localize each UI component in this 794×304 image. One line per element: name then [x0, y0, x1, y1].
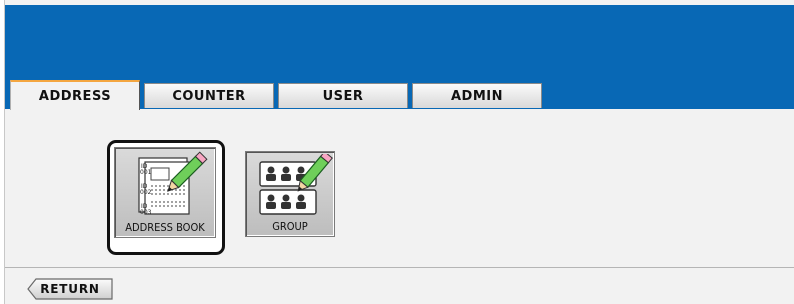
svg-text:002: 002	[140, 189, 152, 196]
tab-admin-label: ADMIN	[450, 88, 503, 104]
tab-address[interactable]: ADDRESS	[10, 80, 140, 110]
return-button[interactable]: RETURN	[27, 278, 113, 300]
tab-counter[interactable]: COUNTER	[144, 83, 274, 108]
group-icon	[259, 154, 333, 215]
tab-bar: ADDRESS COUNTER USER ADMIN	[10, 80, 794, 110]
group-button[interactable]: GROUP	[245, 151, 335, 237]
footer-divider	[5, 267, 794, 268]
address-book-icon: ID 001 ID 002 ID 003	[138, 151, 208, 216]
svg-text:001: 001	[140, 169, 152, 176]
svg-text:003: 003	[140, 209, 152, 216]
address-book-button[interactable]: ID 001 ID 002 ID 003 ADDRESS BOOK	[114, 147, 216, 238]
address-book-label: ADDRESS BOOK	[125, 221, 205, 234]
return-label: RETURN	[40, 282, 100, 296]
app-frame: ADDRESS COUNTER USER ADMIN ID 001 ID 002…	[4, 0, 794, 304]
tab-admin[interactable]: ADMIN	[412, 83, 542, 108]
tab-user[interactable]: USER	[278, 83, 408, 108]
tab-user-label: USER	[322, 88, 364, 104]
tab-counter-label: COUNTER	[172, 88, 246, 104]
tab-address-label: ADDRESS	[38, 88, 112, 104]
group-label: GROUP	[272, 220, 308, 233]
